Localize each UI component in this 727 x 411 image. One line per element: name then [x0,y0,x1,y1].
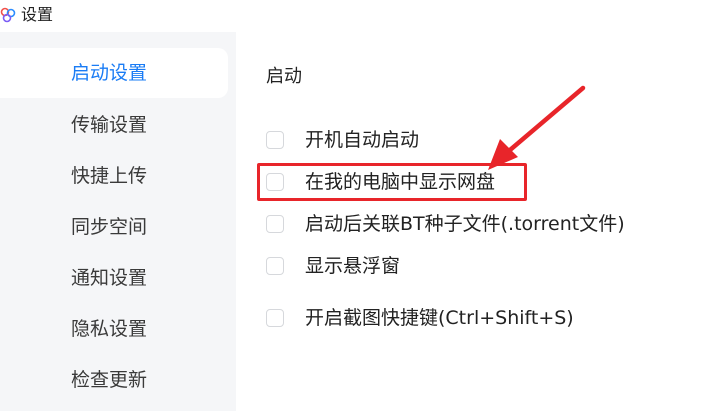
annotation-highlight-box [257,163,527,201]
settings-panel: 启动 开机自动启动 在我的电脑中显示网盘 启动后关联BT种子文件(.torren… [236,32,727,411]
screenshot-shortcut-checkbox[interactable] [266,309,284,327]
app-logo-icon [0,7,16,23]
auto-start-checkbox[interactable] [266,131,284,149]
title-bar: 设置 [0,0,727,32]
sidebar-item-startup-settings[interactable]: 启动设置 [0,48,228,98]
option-label: 开启截图快捷键(Ctrl+Shift+S) [305,307,574,329]
option-label: 启动后关联BT种子文件(.torrent文件) [305,213,625,235]
associate-torrent-checkbox[interactable] [266,215,284,233]
option-label: 显示悬浮窗 [305,255,401,277]
window-title: 设置 [21,5,54,24]
sidebar-item-sync-space[interactable]: 同步空间 [0,202,228,252]
section-title: 启动 [266,66,302,87]
sidebar: 启动设置 传输设置 快捷上传 同步空间 通知设置 隐私设置 检查更新 [0,32,236,411]
sidebar-item-transfer-settings[interactable]: 传输设置 [0,100,228,150]
sidebar-item-privacy-settings[interactable]: 隐私设置 [0,304,228,354]
option-label: 开机自动启动 [305,129,420,151]
sidebar-item-notification-settings[interactable]: 通知设置 [0,253,228,303]
sidebar-item-quick-upload[interactable]: 快捷上传 [0,151,228,201]
sidebar-item-check-updates[interactable]: 检查更新 [0,355,228,405]
floating-window-checkbox[interactable] [266,257,284,275]
